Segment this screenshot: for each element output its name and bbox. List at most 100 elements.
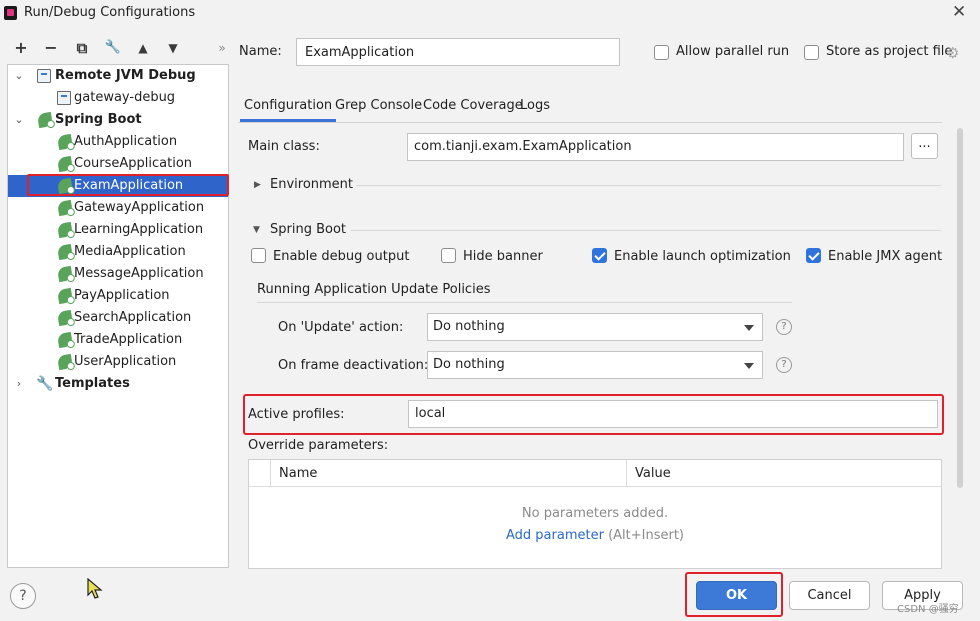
enable-launch-optimization-label: Enable launch optimization [614, 249, 791, 264]
name-input[interactable]: ExamApplication [296, 38, 620, 66]
help-button[interactable]: ? [10, 583, 36, 609]
move-down-icon[interactable]: ▼ [164, 39, 182, 57]
spring-boot-icon [56, 353, 74, 371]
tab-grep-console[interactable]: Grep Console [335, 98, 422, 113]
chevron-down-icon[interactable]: ⌄ [13, 109, 25, 131]
copy-icon[interactable]: ⧉ [73, 39, 91, 57]
tree-item-label: LearningApplication [74, 222, 204, 237]
remote-jvm-debug-icon [57, 91, 71, 105]
wrench-icon: 🔧 [36, 376, 54, 392]
tree-item-pay-application[interactable]: PayApplication [8, 285, 228, 307]
enable-launch-optimization-checkbox[interactable] [592, 248, 607, 263]
main-class-label: Main class: [248, 139, 320, 154]
more-icon[interactable]: » [213, 39, 231, 57]
add-parameter-row: Add parameter (Alt+Insert) [249, 528, 941, 543]
update-action-label: On 'Update' action: [278, 320, 404, 335]
main-class-input[interactable]: com.tianji.exam.ExamApplication [407, 133, 904, 161]
help-icon[interactable]: ? [776, 357, 792, 373]
dropdown-arrow-icon [744, 363, 754, 369]
spring-boot-icon [56, 331, 74, 349]
enable-jmx-agent-label: Enable JMX agent [828, 249, 943, 264]
environment-section[interactable]: Environment [270, 177, 353, 192]
spring-boot-icon [56, 155, 74, 173]
tab-logs[interactable]: Logs [520, 98, 550, 113]
tree-item-label: TradeApplication [74, 332, 183, 347]
chevron-right-icon[interactable]: ▶ [254, 180, 261, 190]
tree-group-label: Remote JVM Debug [55, 68, 196, 83]
tree-group-spring-boot[interactable]: ⌄ Spring Boot [8, 109, 228, 131]
hide-banner-checkbox[interactable] [441, 248, 456, 263]
tree-item-label: GatewayApplication [74, 200, 205, 215]
tree-item-label: SearchApplication [74, 310, 192, 325]
gear-icon[interactable]: ⚙ [946, 44, 959, 62]
browse-button[interactable]: ... [911, 133, 938, 159]
active-profiles-input[interactable]: local [408, 400, 938, 428]
tree-item-user-application[interactable]: UserApplication [8, 351, 228, 373]
spring-boot-icon [56, 287, 74, 305]
tree-item-learning-application[interactable]: LearningApplication [8, 219, 228, 241]
tree-item-exam-application[interactable]: ExamApplication [8, 174, 229, 197]
highlight-box [27, 174, 229, 196]
spring-boot-icon [56, 199, 74, 217]
help-icon[interactable]: ? [776, 319, 792, 335]
allow-parallel-checkbox[interactable] [654, 45, 669, 60]
vertical-scrollbar[interactable] [957, 128, 963, 488]
tree-item-label: MessageApplication [74, 266, 204, 281]
move-up-icon[interactable]: ▲ [134, 39, 152, 57]
spring-boot-icon [36, 111, 54, 129]
intellij-app-icon [4, 6, 17, 20]
tree-item-message-application[interactable]: MessageApplication [8, 263, 228, 285]
enable-debug-output-label: Enable debug output [273, 249, 410, 264]
tab-code-coverage[interactable]: Code Coverage [423, 98, 523, 113]
tree-item-search-application[interactable]: SearchApplication [8, 307, 228, 329]
chevron-down-icon[interactable]: ⌄ [13, 65, 25, 87]
frame-deactivation-dropdown[interactable]: Do nothing [427, 351, 763, 379]
close-icon[interactable]: ✕ [952, 2, 966, 22]
active-profiles-label: Active profiles: [248, 407, 345, 422]
update-policies-label: Running Application Update Policies [257, 282, 491, 297]
update-action-dropdown[interactable]: Do nothing [427, 313, 763, 341]
add-icon[interactable]: + [12, 39, 30, 57]
remove-icon[interactable]: − [42, 39, 60, 57]
override-parameters-table: Name Value No parameters added. Add para… [248, 459, 942, 569]
tree-item-label: PayApplication [74, 288, 170, 303]
frame-deactivation-value: Do nothing [433, 357, 505, 372]
section-divider [351, 230, 941, 231]
tree-item-auth-application[interactable]: AuthApplication [8, 131, 228, 153]
table-header-name[interactable]: Name [271, 460, 627, 487]
spring-boot-icon [56, 309, 74, 327]
enable-jmx-agent-checkbox[interactable] [806, 248, 821, 263]
cancel-button[interactable]: Cancel [789, 581, 870, 610]
tree-item-course-application[interactable]: CourseApplication [8, 153, 228, 175]
tree-item-media-application[interactable]: MediaApplication [8, 241, 228, 263]
chevron-down-icon[interactable]: ▼ [253, 225, 260, 235]
spring-boot-icon [56, 221, 74, 239]
add-parameter-link[interactable]: Add parameter [506, 528, 604, 543]
tree-item-trade-application[interactable]: TradeApplication [8, 329, 228, 351]
wrench-icon[interactable]: 🔧 [104, 39, 122, 57]
dropdown-arrow-icon [744, 325, 754, 331]
tree-item-label: AuthApplication [74, 134, 178, 149]
mouse-cursor-icon [87, 577, 103, 604]
tree-item-label: UserApplication [74, 354, 177, 369]
tree-group-remote-jvm-debug[interactable]: ⌄ Remote JVM Debug [8, 65, 228, 87]
frame-deactivation-label: On frame deactivation: [278, 358, 429, 373]
tree-item-gateway-application[interactable]: GatewayApplication [8, 197, 228, 219]
configuration-tree: ⌄ Remote JVM Debug gateway-debug ⌄ Sprin… [7, 64, 229, 568]
tree-group-label: Templates [55, 376, 130, 391]
add-parameter-shortcut: (Alt+Insert) [608, 528, 684, 543]
store-project-checkbox[interactable] [804, 45, 819, 60]
tree-group-templates[interactable]: › 🔧 Templates [8, 373, 228, 395]
tree-group-label: Spring Boot [55, 112, 142, 127]
chevron-right-icon[interactable]: › [13, 373, 25, 395]
table-header-value[interactable]: Value [627, 460, 941, 487]
tree-item-gateway-debug[interactable]: gateway-debug [8, 87, 228, 109]
tree-item-label: gateway-debug [74, 90, 176, 105]
tab-configuration[interactable]: Configuration [239, 98, 337, 122]
ok-button[interactable]: OK [696, 581, 777, 610]
empty-table-message: No parameters added. [521, 506, 669, 521]
enable-debug-output-checkbox[interactable] [251, 248, 266, 263]
remote-jvm-debug-icon [37, 69, 51, 83]
spring-boot-section[interactable]: Spring Boot [270, 222, 346, 237]
window-title: Run/Debug Configurations [24, 5, 196, 20]
